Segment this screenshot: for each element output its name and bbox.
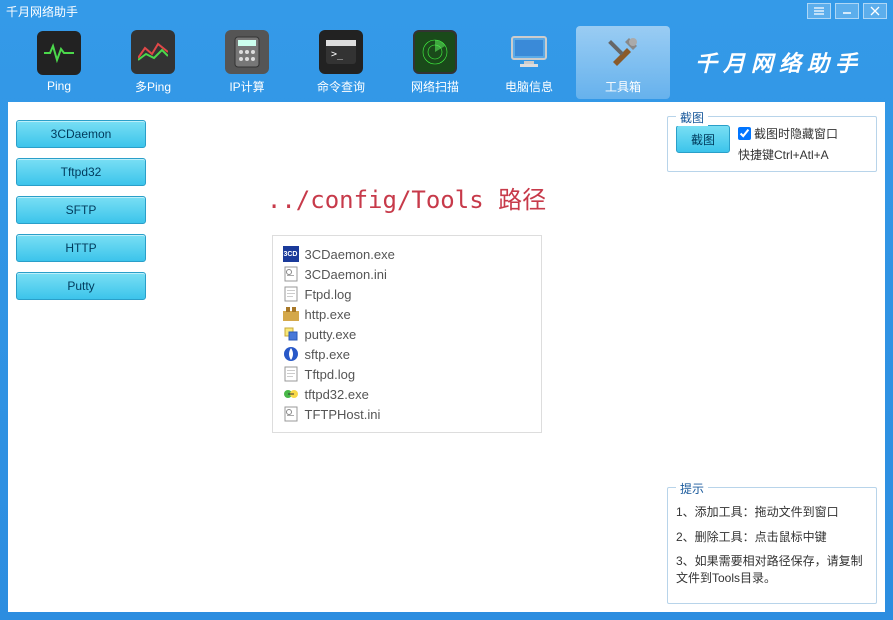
screenshot-fieldset: 截图 截图 截图时隐藏窗口 快捷键Ctrl+Atl+A bbox=[667, 116, 877, 172]
right-panel: 截图 截图 截图时隐藏窗口 快捷键Ctrl+Atl+A 提示 1、添加工具：拖动… bbox=[667, 110, 877, 604]
tool-btn-sftp[interactable]: SFTP bbox=[16, 196, 146, 224]
titlebar: 千月网络助手 bbox=[0, 0, 893, 22]
list-item[interactable]: tftpd32.exe bbox=[283, 384, 531, 404]
tips-fieldset: 提示 1、添加工具：拖动文件到窗口 2、删除工具：点击鼠标中键 3、如果需要相对… bbox=[667, 487, 877, 604]
toolbar-ping[interactable]: Ping bbox=[12, 27, 106, 97]
list-item[interactable]: 3CDaemon.ini bbox=[283, 264, 531, 284]
exe-icon bbox=[283, 386, 299, 402]
file-list[interactable]: 3CD3CDaemon.exe 3CDaemon.ini Ftpd.log ht… bbox=[272, 235, 542, 433]
shortcut-text: 快捷键Ctrl+Atl+A bbox=[738, 146, 838, 163]
toolbar-label: IP计算 bbox=[229, 78, 264, 95]
path-label: ../config/Tools 路径 bbox=[267, 180, 546, 215]
log-icon bbox=[283, 286, 299, 302]
list-item[interactable]: Tftpd.log bbox=[283, 364, 531, 384]
list-item[interactable]: putty.exe bbox=[283, 324, 531, 344]
toolbar-label: 命令查询 bbox=[317, 78, 365, 95]
content-area: 3CDaemon Tftpd32 SFTP HTTP Putty ../conf… bbox=[8, 102, 885, 612]
list-item[interactable]: http.exe bbox=[283, 304, 531, 324]
tip-line: 2、删除工具：点击鼠标中键 bbox=[676, 529, 868, 546]
hide-window-checkbox-label[interactable]: 截图时隐藏窗口 bbox=[738, 125, 838, 142]
menu-button[interactable] bbox=[807, 3, 831, 19]
tool-btn-http[interactable]: HTTP bbox=[16, 234, 146, 262]
heartbeat-icon bbox=[37, 31, 81, 75]
toolbar: Ping 多Ping IP计算 >_ 命令查询 网络扫描 bbox=[0, 22, 893, 102]
minimize-button[interactable] bbox=[835, 3, 859, 19]
terminal-icon: >_ bbox=[319, 30, 363, 74]
tip-line: 3、如果需要相对路径保存，请复制文件到Tools目录。 bbox=[676, 553, 868, 587]
center-panel: ../config/Tools 路径 3CD3CDaemon.exe 3CDae… bbox=[154, 110, 659, 604]
monitor-icon bbox=[507, 30, 551, 74]
list-item[interactable]: sftp.exe bbox=[283, 344, 531, 364]
tips-legend: 提示 bbox=[676, 480, 708, 497]
log-icon bbox=[283, 366, 299, 382]
screenshot-legend: 截图 bbox=[676, 109, 708, 126]
tools-icon bbox=[601, 30, 645, 74]
window-title: 千月网络助手 bbox=[6, 3, 803, 20]
toolbar-toolbox[interactable]: 工具箱 bbox=[576, 26, 670, 99]
toolbar-label: 网络扫描 bbox=[411, 78, 459, 95]
ini-icon bbox=[283, 266, 299, 282]
list-item[interactable]: Ftpd.log bbox=[283, 284, 531, 304]
exe-icon bbox=[283, 346, 299, 362]
calculator-icon bbox=[225, 30, 269, 74]
app-window: 千月网络助手 Ping 多Ping IP计算 bbox=[0, 0, 893, 620]
radar-icon bbox=[413, 30, 457, 74]
toolbar-label: 电脑信息 bbox=[505, 78, 553, 95]
ini-icon bbox=[283, 406, 299, 422]
multi-chart-icon bbox=[131, 30, 175, 74]
exe-icon bbox=[283, 306, 299, 322]
tool-btn-3cdaemon[interactable]: 3CDaemon bbox=[16, 120, 146, 148]
toolbar-ip-calc[interactable]: IP计算 bbox=[200, 26, 294, 99]
tool-btn-tftpd32[interactable]: Tftpd32 bbox=[16, 158, 146, 186]
tool-buttons-panel: 3CDaemon Tftpd32 SFTP HTTP Putty bbox=[16, 110, 146, 604]
toolbar-label: 多Ping bbox=[135, 78, 171, 95]
toolbar-label: Ping bbox=[47, 79, 71, 93]
tip-line: 1、添加工具：拖动文件到窗口 bbox=[676, 504, 868, 521]
toolbar-net-scan[interactable]: 网络扫描 bbox=[388, 26, 482, 99]
screenshot-button[interactable]: 截图 bbox=[676, 125, 730, 153]
toolbar-cmd-query[interactable]: >_ 命令查询 bbox=[294, 26, 388, 99]
toolbar-multi-ping[interactable]: 多Ping bbox=[106, 26, 200, 99]
exe-icon: 3CD bbox=[283, 246, 299, 262]
close-button[interactable] bbox=[863, 3, 887, 19]
tool-btn-putty[interactable]: Putty bbox=[16, 272, 146, 300]
list-item[interactable]: 3CD3CDaemon.exe bbox=[283, 244, 531, 264]
svg-text:>_: >_ bbox=[331, 49, 344, 60]
list-item[interactable]: TFTPHost.ini bbox=[283, 404, 531, 424]
brand-text: 千月网络助手 bbox=[670, 46, 881, 78]
exe-icon bbox=[283, 326, 299, 342]
hide-window-checkbox[interactable] bbox=[738, 127, 751, 140]
toolbar-label: 工具箱 bbox=[605, 78, 641, 95]
toolbar-pc-info[interactable]: 电脑信息 bbox=[482, 26, 576, 99]
